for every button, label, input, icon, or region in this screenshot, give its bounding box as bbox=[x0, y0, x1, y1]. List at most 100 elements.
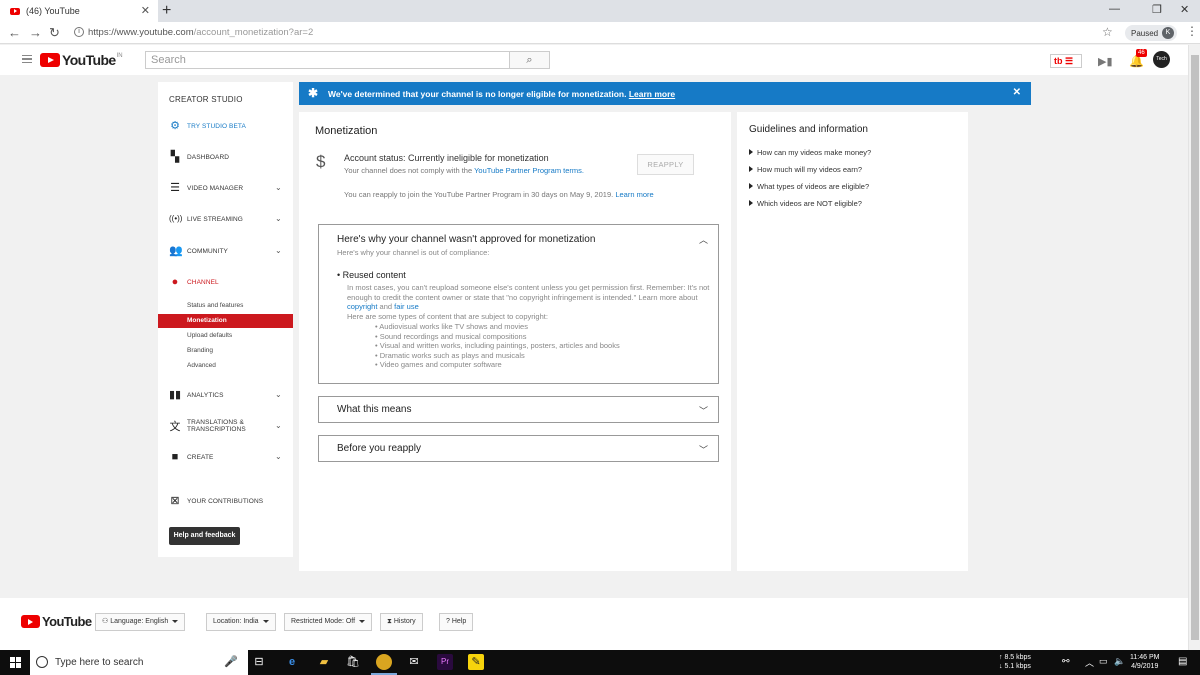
profile-button[interactable]: Paused K bbox=[1125, 25, 1177, 41]
list-item: Audiovisual works like TV shows and movi… bbox=[375, 322, 620, 332]
banner-learn-more-link[interactable]: Learn more bbox=[629, 89, 675, 99]
battery-icon[interactable]: ▭ bbox=[1099, 656, 1108, 667]
chevron-down-icon[interactable]: ﹀ bbox=[699, 443, 708, 456]
close-banner-icon[interactable]: ✕ bbox=[1013, 87, 1021, 98]
file-explorer-icon[interactable]: ▰ bbox=[316, 654, 332, 670]
close-window-icon[interactable]: ✕ bbox=[1180, 3, 1189, 16]
close-tab-icon[interactable]: ✕ bbox=[141, 4, 150, 17]
chevron-down-icon: ⌄ bbox=[275, 183, 282, 192]
guideline-item[interactable]: Which videos are NOT eligible? bbox=[749, 199, 862, 208]
chrome-icon[interactable] bbox=[376, 654, 392, 670]
sidebar-subitem-status[interactable]: Status and features bbox=[158, 299, 293, 313]
sidebar-item-video-manager[interactable]: ☰ VIDEO MANAGER ⌄ bbox=[158, 182, 293, 196]
sidebar-item-label: YOUR CONTRIBUTIONS bbox=[187, 498, 264, 505]
help-feedback-button[interactable]: Help and feedback bbox=[169, 527, 240, 545]
footer-logo[interactable]: YouTube bbox=[21, 614, 92, 629]
action-center-icon[interactable]: ▤ bbox=[1178, 656, 1187, 667]
section-title[interactable]: Before you reapply bbox=[337, 443, 421, 454]
chevron-down-icon[interactable]: ﹀ bbox=[699, 404, 708, 417]
taskbar-search-placeholder: Type here to search bbox=[55, 657, 144, 668]
copyright-link[interactable]: copyright bbox=[347, 302, 377, 311]
location-button[interactable]: Location: India bbox=[206, 613, 276, 631]
avatar[interactable]: Tech bbox=[1153, 51, 1170, 68]
language-button[interactable]: ⚇ Language: English bbox=[95, 613, 186, 631]
before-you-reapply-section[interactable]: Before you reapply ﹀ bbox=[318, 435, 719, 462]
bookmark-star-icon[interactable]: ☆ bbox=[1102, 25, 1113, 39]
windows-start-icon[interactable] bbox=[10, 657, 21, 668]
reason-description: In most cases, you can't reupload someon… bbox=[347, 283, 715, 312]
taskbar-search-input[interactable]: Type here to search 🎤 bbox=[30, 650, 248, 675]
fair-use-link[interactable]: fair use bbox=[394, 302, 419, 311]
sidebar-item-dashboard[interactable]: ▚ DASHBOARD bbox=[158, 151, 293, 165]
minimize-icon[interactable]: — bbox=[1109, 3, 1120, 15]
learn-more-link[interactable]: Learn more bbox=[615, 190, 653, 199]
people-icon[interactable]: ⚯ bbox=[1062, 656, 1070, 667]
browser-tab[interactable]: (46) YouTube ✕ bbox=[0, 0, 158, 22]
profile-status: Paused bbox=[1131, 29, 1159, 38]
hourglass-icon: ⧗ bbox=[387, 618, 392, 625]
sidebar-item-try-beta[interactable]: ⚙ TRY STUDIO BETA bbox=[158, 120, 293, 134]
cortana-icon bbox=[36, 656, 48, 668]
sidebar-item-contributions[interactable]: ⊠ YOUR CONTRIBUTIONS bbox=[158, 495, 293, 509]
search-input[interactable]: Search bbox=[145, 51, 510, 69]
tray-chevron-icon[interactable]: ︿ bbox=[1085, 656, 1094, 669]
sidebar-subitem-advanced[interactable]: Advanced bbox=[158, 359, 293, 373]
what-this-means-section[interactable]: What this means ﹀ bbox=[318, 396, 719, 423]
chevron-up-icon[interactable]: ︿ bbox=[699, 233, 708, 246]
url-field[interactable]: i https://www.youtube.com/account_moneti… bbox=[70, 24, 1112, 42]
sidebar-item-community[interactable]: 👥 COMMUNITY ⌄ bbox=[158, 245, 293, 259]
back-icon[interactable]: ← bbox=[8, 25, 21, 40]
reapply-button[interactable]: REAPPLY bbox=[637, 154, 694, 175]
page-scrollbar[interactable] bbox=[1188, 45, 1200, 650]
task-view-icon[interactable]: ⊟ bbox=[251, 654, 267, 670]
chevron-down-icon: ⌄ bbox=[275, 421, 282, 430]
tubebuddy-button[interactable]: tb ☰ bbox=[1050, 54, 1082, 68]
sidebar-subitem-upload-defaults[interactable]: Upload defaults bbox=[158, 329, 293, 343]
history-button[interactable]: ⧗ History bbox=[380, 613, 423, 631]
reload-icon[interactable]: ↻ bbox=[49, 25, 60, 41]
upload-video-icon[interactable]: ▶▮ bbox=[1098, 55, 1113, 68]
sidebar-subitem-branding[interactable]: Branding bbox=[158, 344, 293, 358]
reason-bullet: • Reused content bbox=[337, 270, 406, 280]
site-info-icon[interactable]: i bbox=[74, 27, 84, 37]
youtube-logo[interactable]: YouTube IN bbox=[40, 52, 123, 68]
volume-icon[interactable]: 🔈 bbox=[1114, 656, 1125, 667]
youtube-favicon-icon bbox=[10, 7, 20, 15]
sidebar-item-analytics[interactable]: ▮▮ ANALYTICS ⌄ bbox=[158, 389, 293, 403]
section-title[interactable]: What this means bbox=[337, 404, 411, 415]
guideline-item[interactable]: How much will my videos earn? bbox=[749, 165, 862, 174]
sidebar-item-create[interactable]: ■ CREATE ⌄ bbox=[158, 451, 293, 465]
notifications-icon[interactable]: 🔔 46 bbox=[1129, 49, 1147, 68]
section-title[interactable]: Here's why your channel wasn't approved … bbox=[337, 234, 595, 245]
restore-icon[interactable]: ❐ bbox=[1152, 3, 1162, 16]
clock[interactable]: 11:46 PM 4/9/2019 bbox=[1130, 653, 1159, 671]
sticky-notes-icon[interactable]: ✎ bbox=[468, 654, 484, 670]
browser-tab-bar: (46) YouTube ✕ + — ❐ ✕ bbox=[0, 0, 1200, 22]
partner-terms-link[interactable]: YouTube Partner Program terms. bbox=[474, 166, 584, 175]
channel-user-icon: ● bbox=[171, 276, 179, 288]
guideline-item[interactable]: How can my videos make money? bbox=[749, 148, 871, 157]
gear-icon: ⚙ bbox=[170, 120, 180, 132]
sidebar-item-channel[interactable]: ● CHANNEL bbox=[158, 276, 293, 290]
sidebar-item-live-streaming[interactable]: ((•)) LIVE STREAMING ⌄ bbox=[158, 213, 293, 227]
sidebar-item-label: COMMUNITY bbox=[187, 248, 228, 255]
sidebar-subitem-monetization[interactable]: Monetization bbox=[158, 314, 293, 328]
guideline-item[interactable]: What types of videos are eligible? bbox=[749, 182, 869, 191]
guide-menu-icon[interactable] bbox=[22, 55, 32, 63]
help-button[interactable]: ? Help bbox=[439, 613, 474, 631]
forward-icon[interactable]: → bbox=[29, 25, 42, 40]
microphone-icon[interactable]: 🎤 bbox=[224, 655, 238, 668]
page-title: Monetization bbox=[315, 125, 378, 137]
edge-icon[interactable]: e bbox=[284, 654, 300, 670]
search-button[interactable]: ⌕ bbox=[509, 51, 550, 69]
net-up: 8.5 kbps bbox=[1004, 654, 1031, 661]
store-icon[interactable]: 🛍 bbox=[345, 654, 361, 670]
mail-icon[interactable]: ✉ bbox=[406, 654, 422, 670]
browser-menu-icon[interactable]: ⋮ bbox=[1186, 24, 1198, 38]
scrollbar-thumb[interactable] bbox=[1191, 55, 1199, 640]
new-tab-icon[interactable]: + bbox=[162, 2, 171, 20]
premiere-icon[interactable]: Pr bbox=[437, 654, 453, 670]
banner-text: We've determined that your channel is no… bbox=[328, 89, 675, 99]
sidebar-item-translations[interactable]: 文 TRANSLATIONS & TRANSCRIPTIONS ⌄ bbox=[158, 417, 293, 437]
restricted-mode-button[interactable]: Restricted Mode: Off bbox=[284, 613, 373, 631]
